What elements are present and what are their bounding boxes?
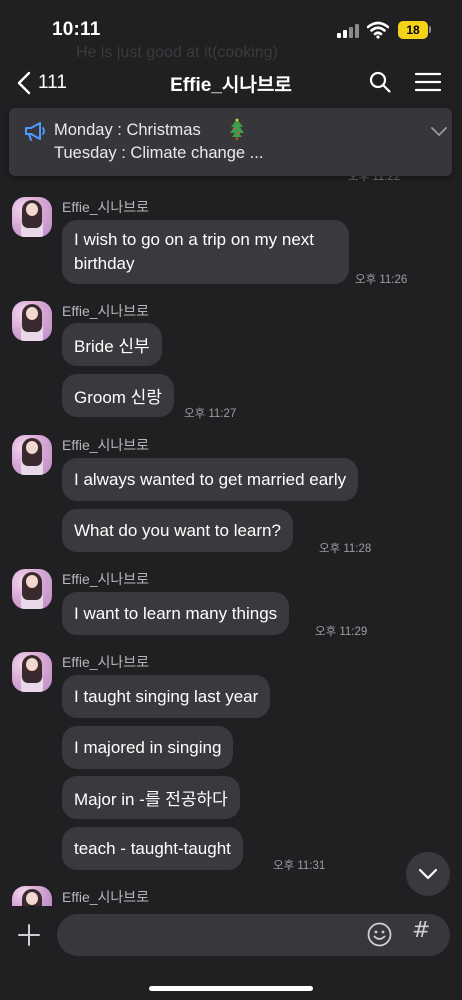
message-bubble[interactable]: I want to learn many things — [62, 592, 290, 635]
emoji-icon[interactable] — [367, 922, 392, 947]
avatar[interactable] — [12, 301, 52, 341]
chat-title: Effie_시나브로 — [170, 75, 292, 96]
battery-tip — [429, 26, 431, 33]
back-unread-count: 111 — [38, 72, 67, 93]
notice-banner[interactable]: Monday : Christmas Tuesday : Climate cha… — [9, 108, 452, 176]
christmas-tree-icon — [230, 118, 244, 140]
battery-icon: 18 — [398, 21, 428, 39]
sender-name: Effie_시나브로 — [62, 889, 150, 905]
sender-name: Effie_시나브로 — [62, 571, 150, 587]
message-bubble[interactable]: What do you want to learn? — [62, 509, 293, 552]
message-bubble[interactable]: I taught singing last year — [62, 675, 271, 718]
message-bubble[interactable]: teach - taught-taught — [62, 827, 243, 870]
chat-header: 111 Effie_시나브로 — [0, 60, 462, 104]
message-bubble[interactable]: I always wanted to get married early — [62, 458, 359, 501]
signal-icon — [337, 24, 361, 38]
message-time: 오후 11:26 — [355, 274, 408, 286]
chevron-down-icon[interactable] — [429, 124, 449, 138]
chevron-down-icon — [418, 868, 438, 880]
avatar[interactable] — [12, 569, 52, 609]
message-time: 오후 11:28 — [319, 543, 372, 555]
sender-name: Effie_시나브로 — [62, 199, 150, 215]
message-bubble[interactable]: I wish to go on a trip on my next birthd… — [62, 220, 349, 284]
sender-name: Effie_시나브로 — [62, 303, 150, 319]
message-bubble[interactable]: Bride 신부 — [62, 323, 162, 366]
avatar[interactable] — [12, 886, 52, 908]
avatar[interactable] — [12, 197, 52, 237]
notice-line-2: Tuesday : Climate change ... — [54, 144, 264, 162]
message-time: 오후 11:29 — [315, 626, 368, 638]
input-bar: # — [0, 906, 462, 1000]
message-time: 오후 11:27 — [184, 408, 237, 420]
megaphone-icon — [25, 122, 45, 141]
wifi-icon — [367, 21, 389, 39]
menu-icon[interactable] — [415, 71, 441, 93]
message-bubble[interactable]: Groom 신랑 — [62, 374, 174, 417]
search-icon[interactable] — [368, 70, 392, 94]
home-indicator — [149, 986, 313, 991]
sender-name: Effie_시나브로 — [62, 437, 150, 453]
back-button[interactable]: 111 — [14, 68, 67, 98]
scroll-to-bottom-button[interactable] — [406, 852, 450, 896]
plus-icon[interactable] — [17, 923, 41, 947]
message-time: 오후 11:31 — [273, 860, 326, 872]
avatar[interactable] — [12, 435, 52, 475]
avatar[interactable] — [12, 652, 52, 692]
sender-name: Effie_시나브로 — [62, 654, 150, 670]
status-bar: 10:11 18 — [0, 0, 462, 58]
notice-line-1: Monday : Christmas — [54, 121, 201, 139]
hash-icon[interactable]: # — [412, 918, 430, 943]
message-bubble[interactable]: Major in -를 전공하다 — [62, 776, 240, 819]
message-bubble[interactable]: I majored in singing — [62, 726, 234, 769]
status-time: 10:11 — [52, 19, 101, 40]
back-chevron-icon — [17, 71, 31, 95]
